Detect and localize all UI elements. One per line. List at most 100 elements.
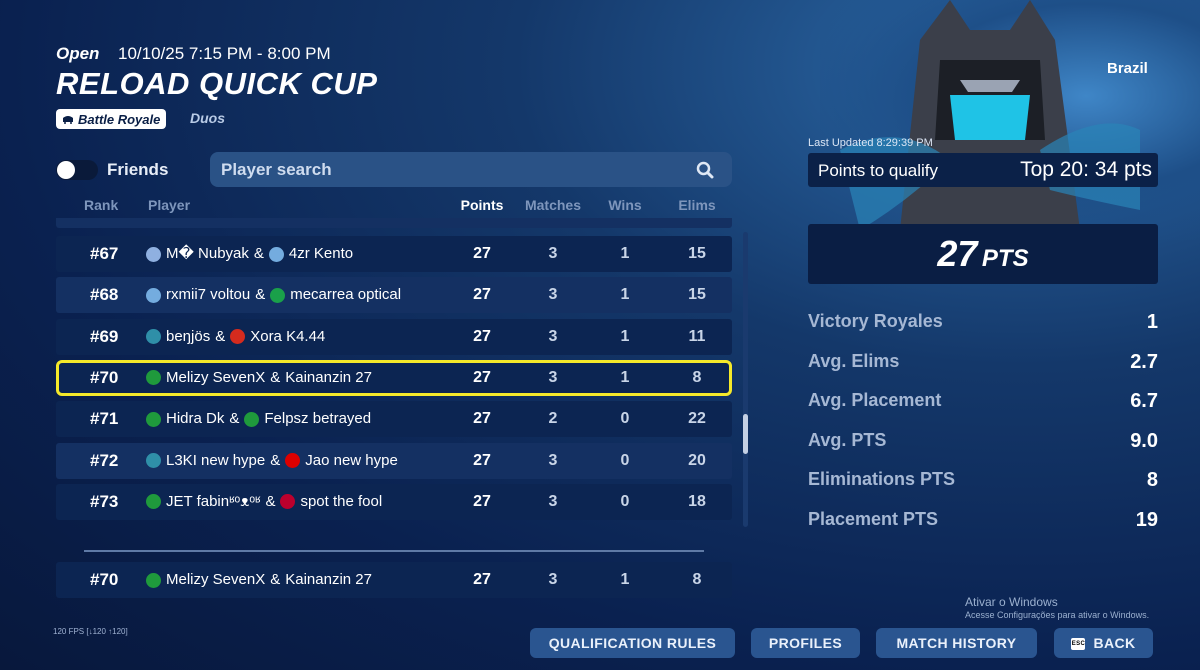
stat-value: 1 [1146,311,1158,333]
rank-cell: #67 [90,244,119,263]
team-separator: & [270,571,281,588]
friends-toggle[interactable] [56,160,98,180]
my-team-row[interactable]: #70 Melizy SevenX & Kainanzin 27 27 3 1 8 [56,562,732,598]
fps-counter: 120 FPS [↓120 ↑120] [53,627,128,636]
rank-cell: #71 [90,409,119,429]
search-placeholder: Player search [221,160,332,179]
rank-cell: #69 [90,326,119,346]
points-to-qualify: Points to qualify Top 20: 34 pts [808,153,1158,187]
brazil-flag-icon [146,411,161,427]
stat-value: 2.7 [1130,350,1158,373]
player-cell: beŋjös & Xora K4.44 [146,319,325,355]
stat-row: Avg. Elims 2.7 [808,351,1158,375]
canada-flag-icon [230,329,246,345]
stat-row: Eliminations PTS 8 [808,469,1158,493]
globe-flag-icon [146,329,161,345]
japan-flag-icon [280,494,296,510]
table-row[interactable]: #68 rxmii7 voltou & mecarrea optical 27 3 1 15 [56,277,732,314]
toggle-knob [57,161,75,179]
table-row-partial [56,218,732,228]
table-row[interactable]: #69 beŋjös & Xora K4.44 27 3 1 11 [56,318,732,355]
player-1-name: Melizy SevenX [166,571,266,588]
last-updated: Last Updated 8:29:39 PM [808,137,933,149]
match-history-button[interactable]: MATCH HISTORY [876,628,1037,658]
character-art [820,0,1200,240]
stat-label: Avg. PTS [808,429,887,450]
player-2-name: Xora K4.44 [250,327,326,345]
player-1-name: L3KI new hype [166,451,266,469]
region-label: Brazil [1107,60,1148,77]
matches-cell: 3 [548,492,558,510]
wins-cell: 1 [620,368,630,386]
matches-cell: 3 [548,286,558,304]
stat-row: Placement PTS 19 [808,509,1158,533]
player-cell: Melizy SevenX & Kainanzin 27 [146,360,372,396]
rank-cell: #72 [90,450,119,470]
brazil-flag-icon [244,411,260,427]
points-cell: 27 [473,571,491,588]
event-time: 10/10/25 7:15 PM - 8:00 PM [118,44,331,63]
points-cell: 27 [473,286,491,304]
uruguay-flag-icon [146,246,161,262]
points-cell: 27 [473,410,491,428]
italy-flag-icon [270,287,286,303]
match-history-label: MATCH HISTORY [896,635,1017,651]
stat-row: Avg. PTS 9.0 [808,430,1158,454]
back-button[interactable]: ESC BACK [1054,628,1153,658]
argentina-flag-icon [146,287,161,303]
player-cell: JET fabinʶᵒᴥᵒʶ & spot the fool [146,484,382,520]
mode-label: Battle Royale [78,111,161,127]
matches-cell: 3 [548,451,558,469]
total-points-unit: PTS [981,245,1029,272]
table-row[interactable]: #70 Melizy SevenX & Kainanzin 27 27 3 1 8 [56,359,732,396]
player-cell: Hidra Dk & Felpsz betrayed [146,401,371,437]
stat-value: 6.7 [1130,390,1158,412]
wins-cell: 1 [620,327,630,345]
table-row[interactable]: #72 L3KI new hype & Jao new hype 27 3 0 20 [56,442,732,479]
team-separator: & [253,245,264,262]
column-header-rank: Rank [84,197,119,213]
matches-cell: 3 [548,327,558,345]
stat-value: 9.0 [1130,429,1158,452]
table-row[interactable]: #71 Hidra Dk & Felpsz betrayed 27 2 0 22 [56,401,732,438]
matches-cell: 2 [548,410,558,428]
points-cell: 27 [473,451,491,469]
column-header-wins: Wins [608,197,642,213]
team-separator: & [270,451,281,469]
elims-cell: 22 [688,410,706,428]
matches-cell: 3 [548,571,558,588]
search-icon[interactable] [696,161,714,179]
brazil-flag-icon [146,572,161,588]
player-cell: rxmii7 voltou & mecarrea optical [146,277,401,313]
team-separator: & [265,492,276,510]
wins-cell: 0 [620,451,630,469]
elims-cell: 15 [688,286,706,304]
leaderboard-table[interactable]: #67 M� Nubyak & 4zr Kento 27 3 1 15 #68 rxmii7 vo… [56,218,732,530]
player-1-name: M� Nubyak [166,245,249,262]
column-header-matches: Matches [524,197,582,213]
character-illustration [840,0,1140,230]
qualification-rules-button[interactable]: QUALIFICATION RULES [530,628,735,658]
profiles-label: PROFILES [768,635,843,651]
qualification-rules-label: QUALIFICATION RULES [548,635,717,651]
scrollbar-thumb[interactable] [743,414,748,454]
rank-cell: #70 [90,367,119,387]
player-2-name: spot the fool [300,492,383,510]
elims-cell: 20 [688,451,706,469]
team-size: Duos [190,110,225,126]
profiles-button[interactable]: PROFILES [751,628,860,658]
column-header-elims: Elims [678,197,716,213]
team-separator: & [270,368,281,386]
column-header-player: Player [148,197,191,213]
points-cell: 27 [473,492,491,510]
page-title: RELOAD QUICK CUP [56,66,378,101]
table-row[interactable]: #73 JET fabinʶᵒᴥᵒʶ & spot the fool 27 3 0 18 [56,483,732,520]
table-row[interactable]: #67 M� Nubyak & 4zr Kento 27 3 1 15 [56,236,732,272]
wins-cell: 0 [620,410,630,428]
player-2-name: Jao new hype [305,451,398,469]
team-separator: & [255,286,266,304]
player-cell: M� Nubyak & 4zr Kento [146,236,353,272]
player-search-input[interactable]: Player search [210,152,732,187]
player-cell: Melizy SevenX & Kainanzin 27 [146,562,372,598]
leaderboard-scrollbar[interactable] [743,232,748,527]
